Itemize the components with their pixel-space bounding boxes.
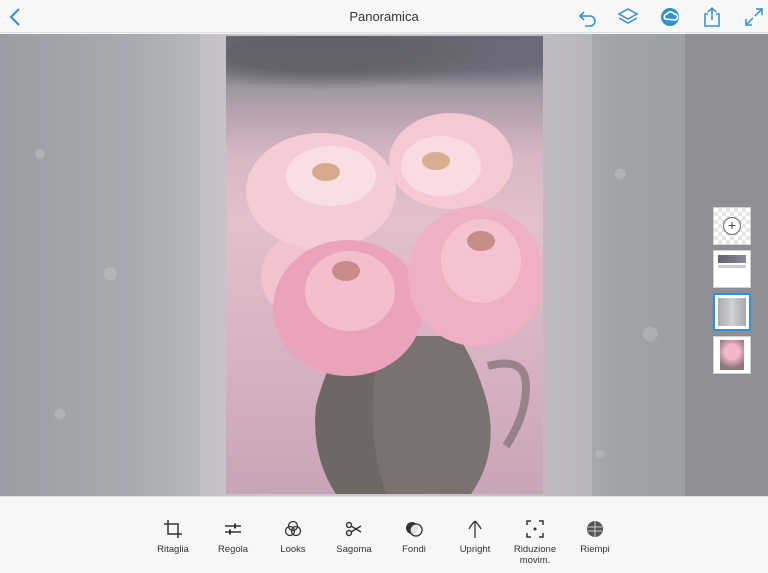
fill-icon bbox=[587, 521, 603, 537]
tool-label: Riduzione bbox=[513, 544, 557, 555]
thumbnail-image bbox=[718, 298, 746, 326]
blend-icon bbox=[406, 522, 423, 537]
share-icon[interactable] bbox=[700, 5, 724, 29]
thumbnail-image bbox=[718, 265, 746, 268]
tool-looks[interactable]: Looks bbox=[261, 519, 325, 555]
tool-label: Looks bbox=[280, 544, 306, 555]
tool-label-line2: movim. bbox=[519, 555, 551, 566]
shake-reduction-icon bbox=[526, 520, 544, 538]
layer-thumbnail-texture-selected[interactable] bbox=[713, 293, 751, 331]
editing-canvas[interactable]: + bbox=[0, 34, 768, 496]
tool-shake-reduction[interactable]: Riduzione movim. bbox=[503, 519, 567, 566]
layers-panel: + bbox=[713, 207, 751, 379]
tool-adjust[interactable]: Regola bbox=[201, 519, 265, 555]
looks-icon bbox=[284, 520, 302, 537]
crop-icon bbox=[164, 520, 182, 538]
tool-label: Sagoma bbox=[336, 544, 372, 555]
flower-illustration bbox=[246, 113, 543, 494]
tool-upright[interactable]: Upright bbox=[443, 519, 507, 555]
sliders-icon bbox=[225, 523, 241, 535]
thumbnail-image bbox=[720, 340, 744, 370]
flower-photo[interactable] bbox=[226, 36, 543, 494]
thumbnail-image bbox=[718, 255, 746, 263]
creative-cloud-icon[interactable] bbox=[658, 5, 682, 29]
tool-crop[interactable]: Ritaglia bbox=[141, 519, 205, 555]
upright-icon bbox=[468, 520, 482, 538]
bottom-toolbar: Ritaglia Regola Looks Sagoma Fondi Uprig… bbox=[0, 496, 768, 573]
fullscreen-icon[interactable] bbox=[742, 5, 766, 29]
tool-label: Ritaglia bbox=[157, 544, 189, 555]
layer-thumbnail-flowers[interactable] bbox=[713, 336, 751, 374]
tool-label: Riempi bbox=[580, 544, 610, 555]
plus-icon: + bbox=[723, 217, 741, 235]
tool-label: Regola bbox=[217, 544, 249, 555]
tool-fill[interactable]: Riempi bbox=[563, 519, 627, 555]
tool-cutout[interactable]: Sagoma bbox=[322, 519, 386, 555]
top-bar: Panoramica bbox=[0, 0, 768, 33]
tool-blend[interactable]: Fondi bbox=[382, 519, 446, 555]
tool-label: Fondi bbox=[402, 544, 426, 555]
layers-icon[interactable] bbox=[616, 5, 640, 29]
layer-thumbnail-sky[interactable] bbox=[713, 250, 751, 288]
page-title: Panoramica bbox=[349, 9, 419, 24]
add-layer-button[interactable]: + bbox=[713, 207, 751, 245]
tool-label: Upright bbox=[459, 544, 491, 555]
scissors-icon bbox=[345, 521, 362, 537]
undo-icon[interactable] bbox=[576, 5, 600, 29]
